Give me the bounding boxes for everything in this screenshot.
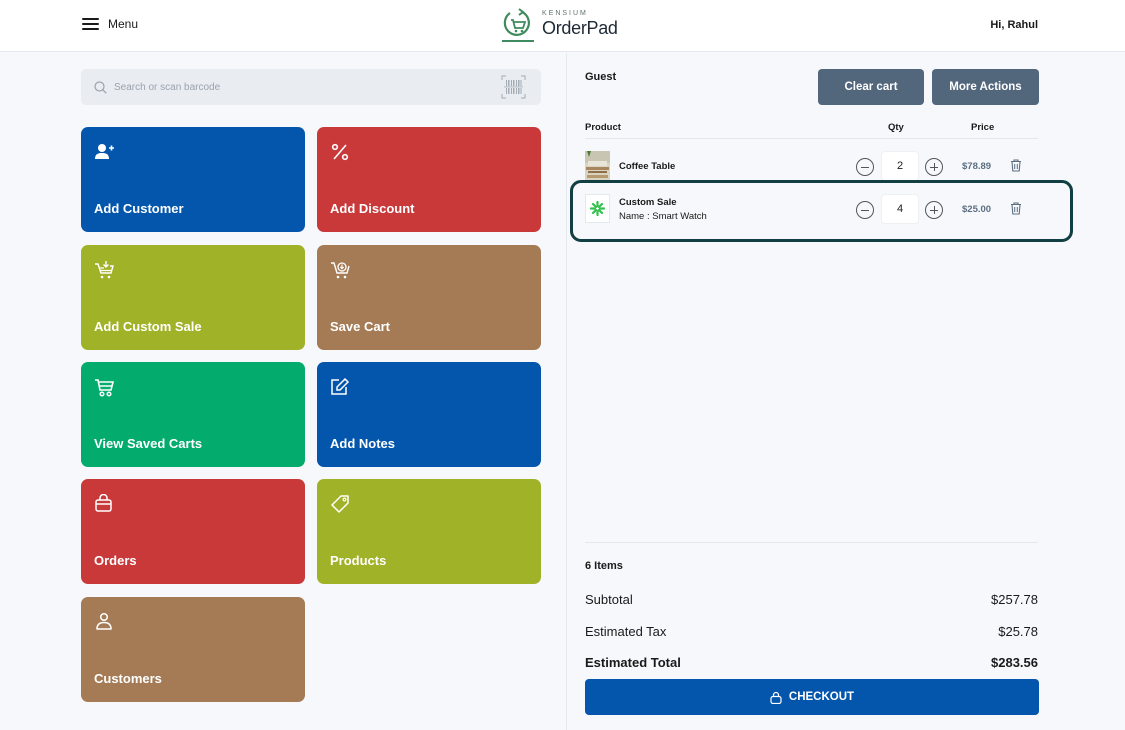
qty-input[interactable] [881, 151, 919, 181]
tile-label: Save Cart [330, 319, 390, 334]
decrease-qty-button[interactable] [856, 158, 874, 176]
tile-label: Add Custom Sale [94, 319, 202, 334]
cart-save-icon [331, 262, 350, 279]
decrease-qty-button[interactable] [856, 201, 874, 219]
logo-name: OrderPad [542, 18, 618, 38]
tile-label: Customers [94, 671, 162, 686]
header-divider [585, 138, 1038, 139]
tile-save-cart[interactable]: Save Cart [317, 245, 541, 350]
qty-input[interactable] [881, 194, 919, 224]
subtotal-row: Subtotal $257.78 [585, 592, 1038, 607]
column-header-product: Product [585, 122, 621, 133]
logo: KENSIUM OrderPad [500, 7, 618, 43]
increase-qty-button[interactable] [925, 201, 943, 219]
edit-note-icon [331, 377, 350, 395]
tile-view-saved-carts[interactable]: View Saved Carts [81, 362, 305, 467]
cart-item-row: Coffee Table $78.89 [585, 151, 1038, 191]
column-header-price: Price [971, 122, 995, 133]
summary-divider [585, 542, 1038, 543]
subtotal-label: Subtotal [585, 592, 633, 607]
tax-row: Estimated Tax $25.78 [585, 624, 1038, 639]
tile-label: Add Customer [94, 201, 184, 216]
tile-orders[interactable]: Orders [81, 479, 305, 584]
hamburger-icon [82, 18, 99, 30]
more-actions-button[interactable]: More Actions [932, 69, 1039, 105]
shopping-bag-icon [95, 494, 112, 512]
cart-pane: Guest Clear cart More Actions Product Qt… [567, 53, 1125, 730]
product-name: Custom Sale [619, 197, 677, 208]
column-header-qty: Qty [888, 122, 904, 133]
tile-label: Add Discount [330, 201, 415, 216]
user-greeting[interactable]: Hi, Rahul [990, 19, 1038, 31]
tile-customers[interactable]: Customers [81, 597, 305, 702]
top-bar: Menu KENSIUM OrderPad Hi, Rahul [0, 0, 1125, 52]
tax-value: $25.78 [998, 624, 1038, 639]
tile-label: Add Notes [330, 436, 395, 451]
trash-icon[interactable] [1010, 159, 1022, 172]
tile-add-notes[interactable]: Add Notes [317, 362, 541, 467]
total-label: Estimated Total [585, 655, 681, 670]
items-count: 6 Items [585, 560, 623, 572]
logo-cart-icon [502, 8, 534, 42]
user-icon [96, 612, 112, 630]
tile-add-discount[interactable]: Add Discount [317, 127, 541, 232]
tile-label: View Saved Carts [94, 436, 203, 451]
tile-label: Orders [94, 553, 137, 568]
customer-name: Guest [585, 71, 617, 83]
cart-add-icon [95, 261, 114, 279]
item-price: $25.00 [962, 204, 992, 215]
increase-qty-button[interactable] [925, 158, 943, 176]
search-input[interactable] [114, 81, 541, 93]
search-icon [94, 80, 107, 94]
percent-icon [331, 143, 349, 161]
trash-icon[interactable] [1010, 202, 1022, 215]
checkout-button[interactable]: CHECKOUT [585, 679, 1039, 715]
menu-button[interactable]: Menu [82, 17, 138, 31]
custom-sale-thumbnail [585, 194, 610, 223]
tile-products[interactable]: Products [317, 479, 541, 584]
lock-icon [770, 691, 782, 704]
search-bar [81, 69, 541, 105]
barcode-scan-icon[interactable] [501, 75, 526, 99]
cart-icon [95, 379, 115, 397]
logo-brand: KENSIUM [542, 10, 588, 17]
product-subtitle: Name : Smart Watch [619, 211, 707, 222]
clear-cart-button[interactable]: Clear cart [818, 69, 924, 105]
tile-label: Products [330, 553, 387, 568]
total-row: Estimated Total $283.56 [585, 655, 1038, 670]
product-name: Coffee Table [619, 161, 676, 172]
menu-label: Menu [108, 17, 139, 31]
item-price: $78.89 [962, 161, 992, 172]
actions-pane: Add Customer Add Discount Add Custom Sal… [0, 53, 566, 730]
total-value: $283.56 [991, 655, 1038, 670]
subtotal-value: $257.78 [991, 592, 1038, 607]
tile-add-customer[interactable]: Add Customer [81, 127, 305, 232]
add-user-icon [95, 144, 114, 159]
cart-item-row: Custom Sale Name : Smart Watch $25.00 [585, 194, 1038, 234]
tax-label: Estimated Tax [585, 624, 667, 639]
checkout-label: CHECKOUT [788, 691, 855, 703]
tile-add-custom-sale[interactable]: Add Custom Sale [81, 245, 305, 350]
tag-icon [331, 495, 349, 513]
coffee-table-thumbnail [585, 151, 610, 181]
